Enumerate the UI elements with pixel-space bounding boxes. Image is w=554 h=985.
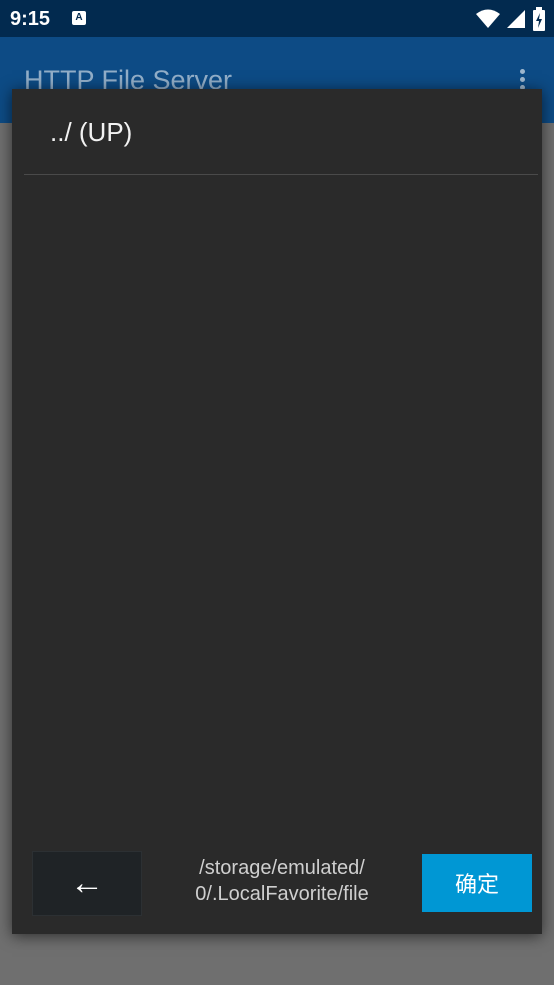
status-bar: 9:15 A bbox=[0, 0, 554, 37]
cell-signal-icon bbox=[507, 10, 525, 28]
notification-icon: A bbox=[72, 11, 86, 25]
confirm-button-label: 确定 bbox=[454, 872, 499, 897]
battery-charging-icon bbox=[533, 7, 545, 31]
back-arrow-icon: ← bbox=[70, 864, 104, 902]
status-time: 9:15 bbox=[10, 8, 51, 30]
directory-picker-dialog: ../ (UP) ← /storage/emulated/ 0/.LocalFa… bbox=[12, 89, 542, 934]
parent-directory-item[interactable]: ../ (UP) bbox=[12, 89, 542, 175]
current-path-line-1: /storage/emulated/ bbox=[199, 857, 365, 879]
current-path: /storage/emulated/ 0/.LocalFavorite/file bbox=[152, 855, 412, 907]
parent-directory-label: ../ (UP) bbox=[50, 116, 133, 147]
status-icons bbox=[476, 7, 546, 31]
current-path-line-2: 0/.LocalFavorite/file bbox=[195, 883, 369, 905]
confirm-button[interactable]: 确定 bbox=[422, 854, 532, 912]
wifi-icon bbox=[476, 9, 500, 28]
back-button[interactable]: ← bbox=[32, 851, 142, 916]
list-divider bbox=[24, 174, 538, 175]
